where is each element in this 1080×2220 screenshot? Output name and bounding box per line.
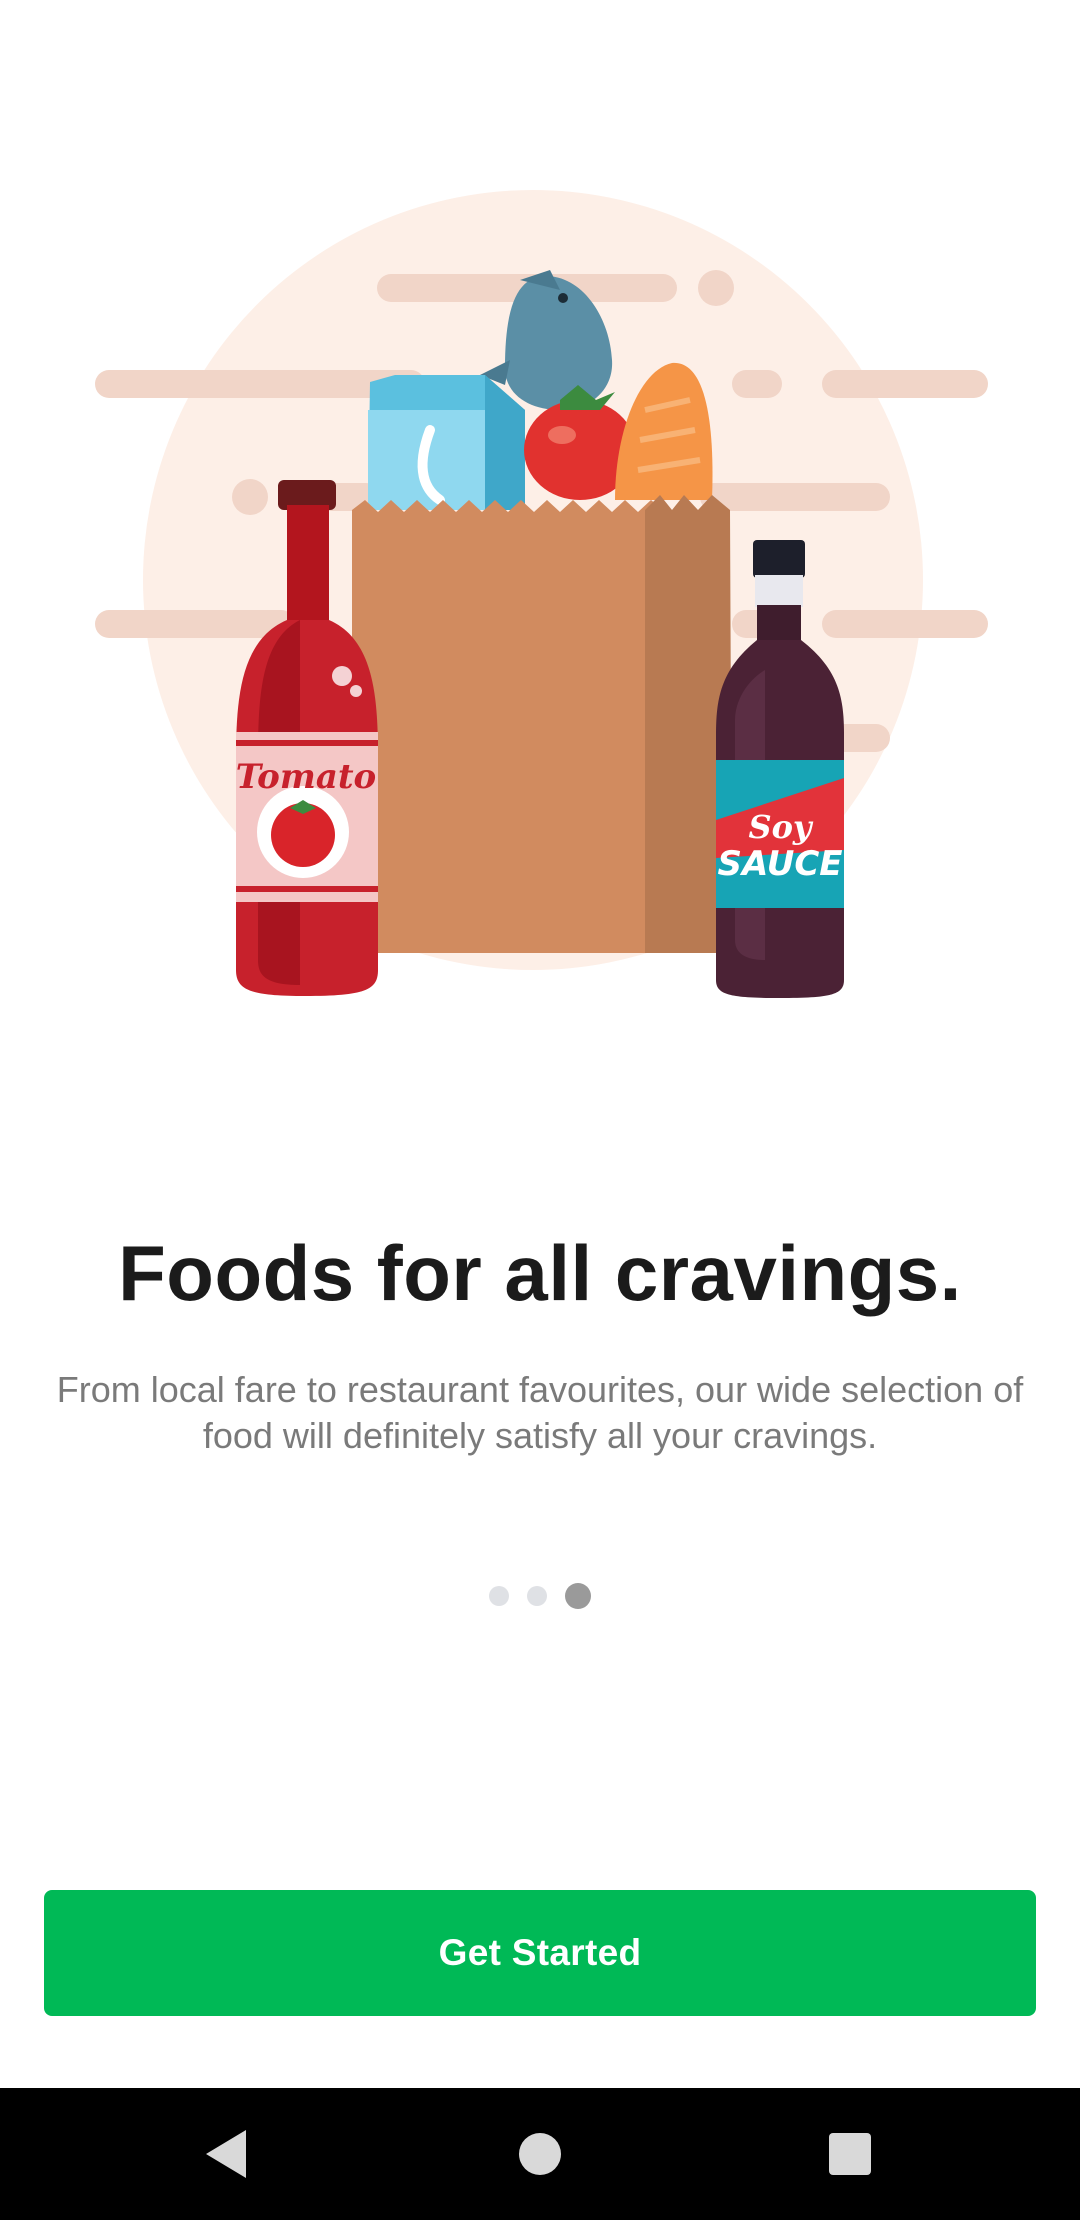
onboarding-subtitle: From local fare to restaurant favourites… — [56, 1369, 1024, 1456]
soy-label-bottom: SAUCE — [717, 844, 842, 884]
get-started-button[interactable]: Get Started — [44, 1890, 1036, 2016]
home-button[interactable] — [460, 2088, 620, 2220]
back-triangle-icon — [206, 2130, 246, 2178]
page-indicator — [0, 1582, 1080, 1610]
page-dot-2 — [527, 1586, 547, 1606]
system-navigation-bar — [0, 2088, 1080, 2220]
milk-carton-icon — [368, 375, 525, 510]
page-dot-3-active — [565, 1583, 591, 1609]
tomato-label: Tomato — [236, 757, 376, 797]
recents-square-icon — [829, 2133, 871, 2175]
grocery-illustration: Tomato Soy SAUCE — [95, 190, 988, 998]
home-circle-icon — [519, 2133, 561, 2175]
page-dot-1 — [489, 1586, 509, 1606]
back-button[interactable] — [146, 2088, 306, 2220]
grocery-bag-icon — [352, 495, 732, 953]
onboarding-title: Foods for all cravings. — [118, 1229, 962, 1317]
soy-label-top: Soy — [748, 808, 813, 846]
recents-button[interactable] — [770, 2088, 930, 2220]
